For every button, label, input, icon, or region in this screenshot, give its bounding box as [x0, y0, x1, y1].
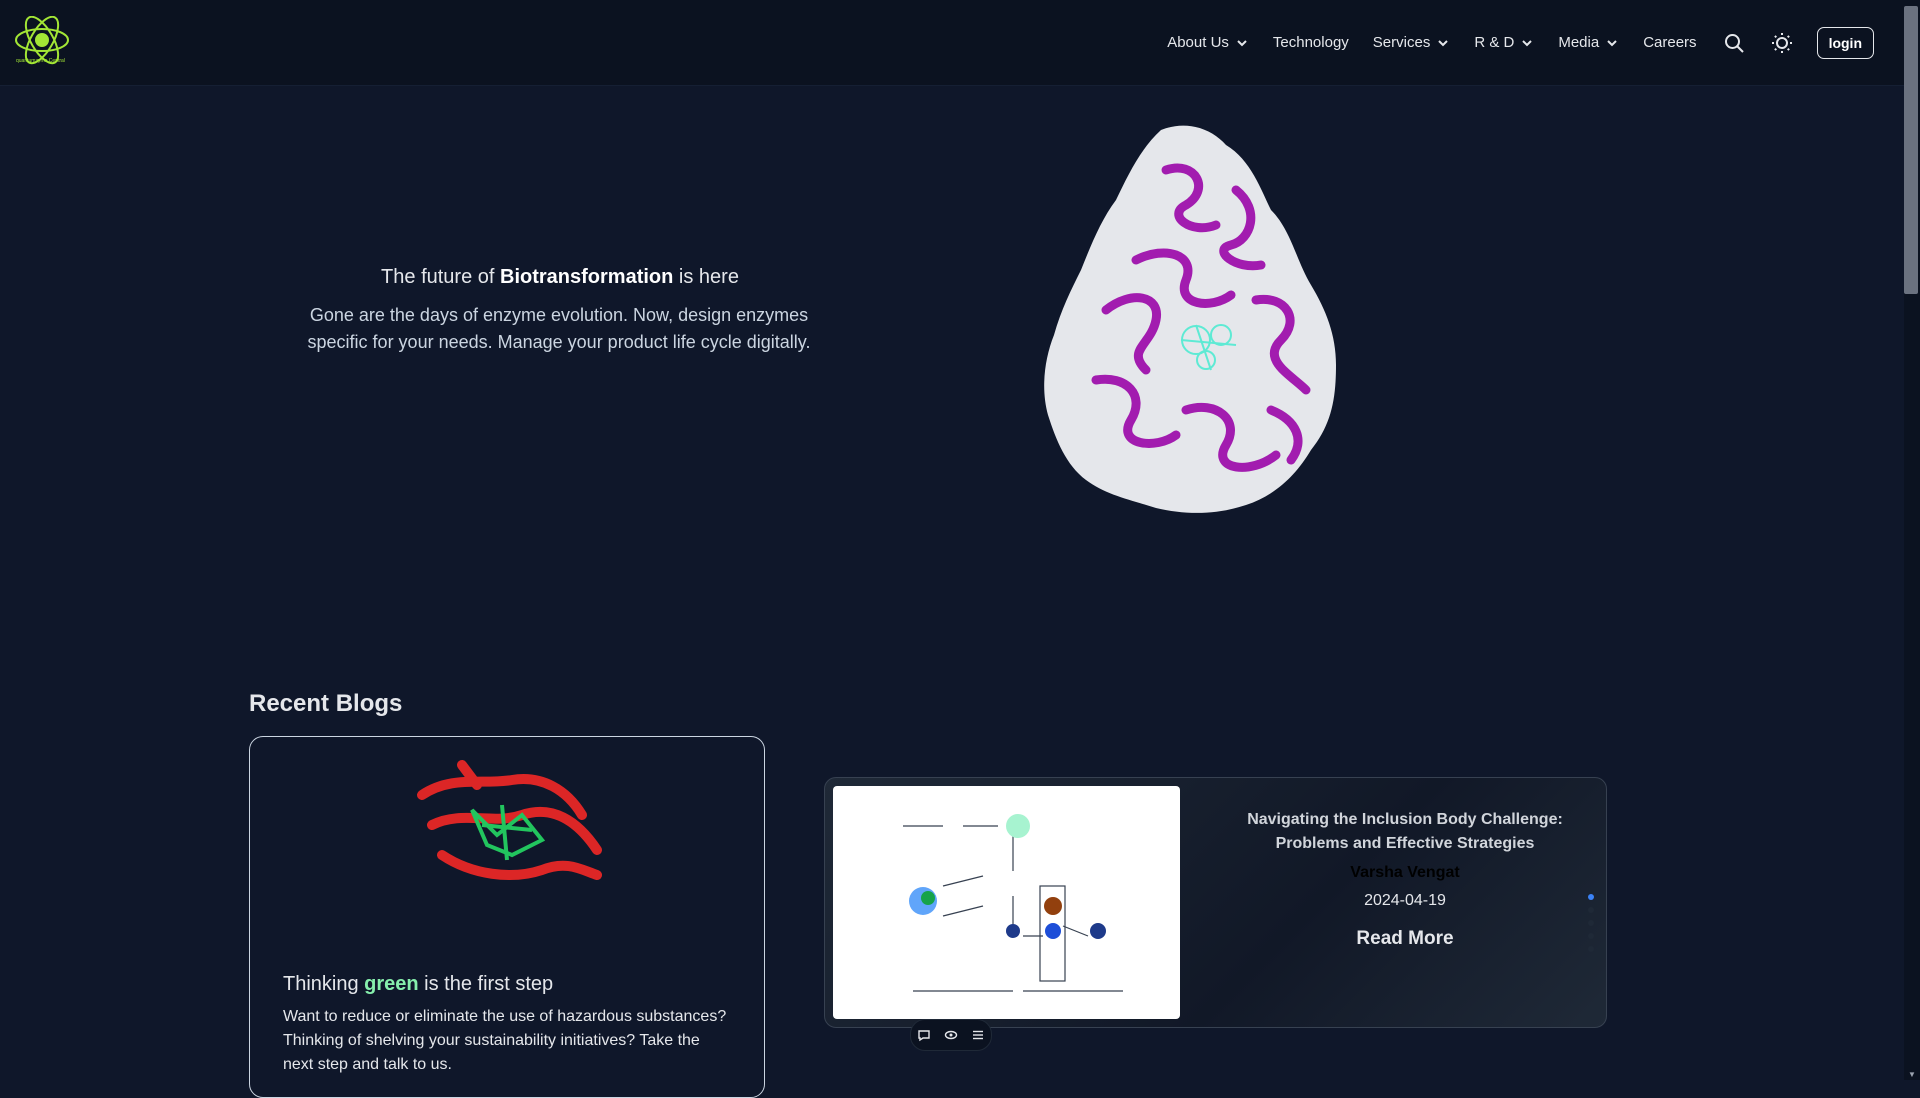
nav-services-label: Services: [1372, 34, 1431, 51]
carousel-post-title[interactable]: Navigating the Inclusion Body Challenge:…: [1215, 808, 1595, 856]
feature-blog-description: Want to reduce or eliminate the use of h…: [283, 1008, 727, 1073]
carousel-dot[interactable]: [1588, 946, 1594, 952]
scroll-down-arrow-icon[interactable]: ▼: [1908, 1070, 1916, 1079]
carousel-post-author: Varsha Vengat: [1350, 864, 1460, 881]
protein-structure-image: [1044, 125, 1336, 513]
hero-title-prefix: The future of: [381, 266, 501, 288]
blog-carousel[interactable]: Navigating the Inclusion Body Challenge:…: [824, 777, 1607, 1028]
chevron-down-icon: [1607, 39, 1617, 46]
chevron-down-icon: [1438, 39, 1449, 46]
nav-r-and-d-label: R & D: [1474, 34, 1515, 51]
menu-icon[interactable]: [971, 1028, 985, 1042]
carousel-dot[interactable]: [1588, 933, 1594, 939]
nav-media[interactable]: Media: [1558, 34, 1619, 51]
feature-blog-card[interactable]: Thinking green is the first step Want to…: [249, 736, 765, 1098]
page-scrollbar[interactable]: ▼: [1904, 0, 1920, 1080]
feature-blog-title-suffix: is the first step: [418, 973, 554, 995]
carousel-dot[interactable]: [1588, 907, 1594, 913]
main-menu: About Us Technology Services R & D Media…: [1143, 0, 1874, 85]
nav-technology-label: Technology: [1272, 34, 1349, 51]
carousel-dot[interactable]: [1588, 920, 1594, 926]
login-button[interactable]: login: [1816, 26, 1874, 59]
search-icon[interactable]: [1723, 32, 1745, 54]
hero-title: The future of Biotransformation is here: [300, 266, 820, 289]
logo-text: quantumzyme Central: [16, 58, 65, 64]
carousel-dots: [1588, 894, 1596, 959]
green-protein-image: [417, 760, 602, 880]
nav-careers-label: Careers: [1643, 34, 1697, 51]
hero-description: Gone are the days of enzyme evolution. N…: [307, 305, 811, 352]
chevron-down-icon: [1522, 39, 1533, 46]
feature-blog-title-prefix: Thinking: [283, 973, 365, 995]
nav-careers[interactable]: Careers: [1643, 34, 1696, 51]
sun-icon[interactable]: [1771, 32, 1793, 54]
nav-technology[interactable]: Technology: [1273, 34, 1349, 51]
floating-toolbar: [910, 1019, 992, 1051]
inclusion-body-diagram-image: [833, 786, 1180, 1019]
nav-media-label: Media: [1558, 34, 1600, 51]
top-navbar: quantumzyme Central About Us Technology …: [0, 0, 1904, 86]
feature-blog-title-highlight: green: [364, 973, 419, 995]
carousel-post-date: 2024-04-19: [1364, 892, 1446, 909]
carousel-post-info: Navigating the Inclusion Body Challenge:…: [1215, 808, 1595, 950]
comment-icon[interactable]: [917, 1028, 931, 1042]
recent-blogs-heading: Recent Blogs: [249, 690, 403, 717]
carousel-dot[interactable]: [1588, 894, 1594, 900]
read-more-link[interactable]: Read More: [1215, 928, 1595, 950]
chevron-down-icon: [1237, 39, 1247, 46]
hero-title-suffix: is here: [673, 266, 739, 288]
scrollbar-thumb[interactable]: [1904, 6, 1918, 294]
nav-about-us[interactable]: About Us: [1167, 34, 1249, 51]
eye-icon[interactable]: [944, 1028, 958, 1042]
nav-about-us-label: About Us: [1167, 34, 1229, 51]
feature-blog-title[interactable]: Thinking green is the first step: [283, 973, 553, 996]
nav-services[interactable]: Services: [1373, 34, 1451, 51]
nav-r-and-d[interactable]: R & D: [1474, 34, 1534, 51]
hero-title-bold: Biotransformation: [500, 266, 674, 288]
